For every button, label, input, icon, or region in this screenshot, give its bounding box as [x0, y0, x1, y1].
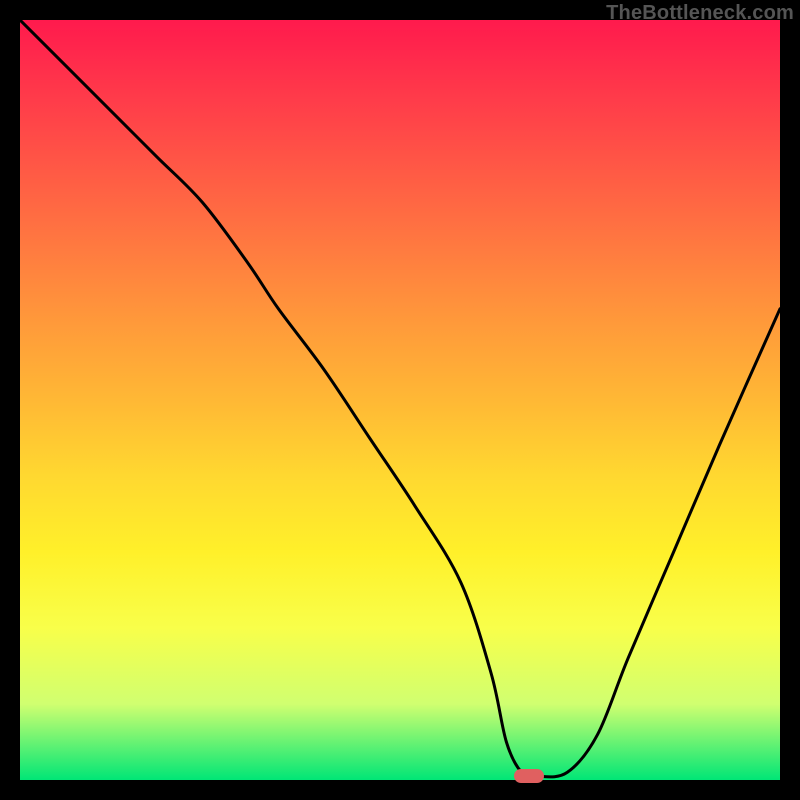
chart-frame: TheBottleneck.com — [0, 0, 800, 800]
optimum-marker — [514, 769, 544, 783]
watermark-text: TheBottleneck.com — [606, 2, 794, 25]
plot-area — [20, 20, 780, 780]
